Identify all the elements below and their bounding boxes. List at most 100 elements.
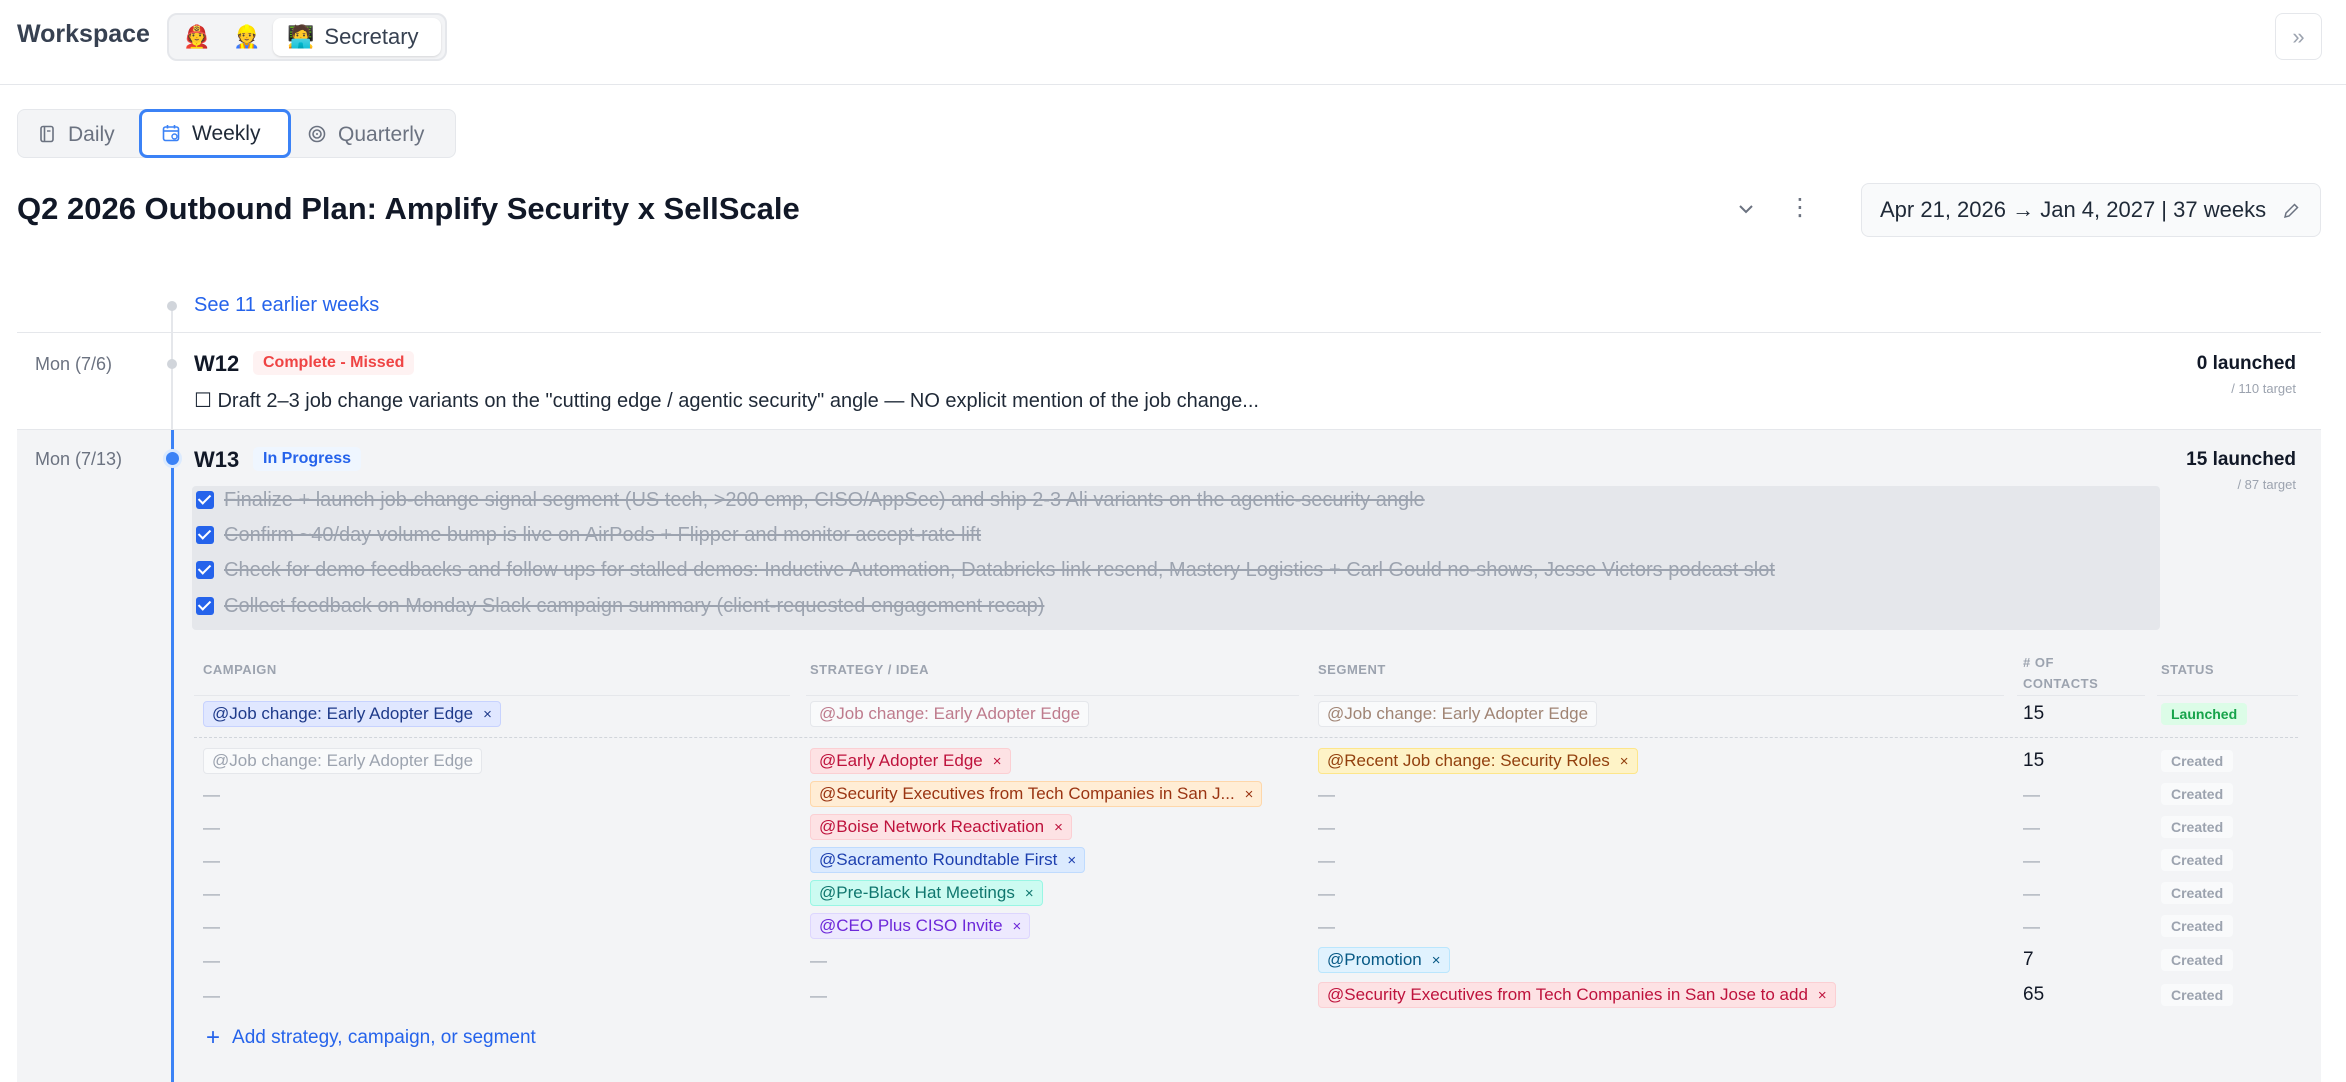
campaign-chip[interactable]: @Job change: Early Adopter Edge × xyxy=(203,701,501,727)
tab-weekly-label: Weekly xyxy=(192,122,261,145)
add-strategy-link[interactable]: + Add strategy, campaign, or segment xyxy=(206,1024,536,1052)
row-separator xyxy=(194,737,2298,738)
contacts-count: 15 xyxy=(2023,750,2045,771)
column-header-strategy: STRATEGY / IDEA xyxy=(810,662,929,677)
persona-firefighter[interactable]: 🧑‍🚒 xyxy=(183,22,210,52)
calendar-icon xyxy=(162,125,180,142)
persona-secretary-icon: 🧑‍💻 xyxy=(287,24,315,49)
timeline-dot-w12 xyxy=(167,359,177,369)
checkbox-checked[interactable] xyxy=(196,491,214,509)
status-badge: Created xyxy=(2161,816,2234,838)
persona-switcher: 🧑‍🚒 👷 🧑‍💻 Secretary xyxy=(167,13,447,61)
chevron-down-icon[interactable] xyxy=(1733,196,1759,222)
week-date: Mon (7/6) xyxy=(35,354,113,374)
persona-secretary-label: Secretary xyxy=(324,24,419,49)
status-badge: Created xyxy=(2161,984,2234,1006)
empty-cell: — xyxy=(2023,884,2040,903)
segment-chip[interactable]: @Job change: Early Adopter Edge xyxy=(1318,701,1598,727)
chip-label: @Sacramento Roundtable First xyxy=(819,850,1058,869)
chip-label: @Job change: Early Adopter Edge xyxy=(212,704,474,723)
contacts-count: 15 xyxy=(2023,703,2045,724)
collapse-panel-button[interactable]: » xyxy=(2275,13,2322,60)
empty-cell: — xyxy=(203,986,220,1005)
campaign-chip[interactable]: @Job change: Early Adopter Edge xyxy=(203,748,483,774)
contacts-count: 7 xyxy=(2023,949,2034,970)
timeline-line-current xyxy=(171,430,174,1082)
chip-label: @Security Executives from Tech Companies… xyxy=(1327,985,1808,1004)
top-bar: Workspace 🧑‍🚒 👷 🧑‍💻 Secretary » xyxy=(0,0,2346,85)
header-underline xyxy=(1314,695,2004,696)
tab-weekly[interactable]: Weekly xyxy=(139,109,291,158)
task-item[interactable]: Check for demo feedbacks and follow ups … xyxy=(196,559,1775,581)
column-header-contacts-line2: CONTACTS xyxy=(2023,676,2099,691)
status-badge: Created xyxy=(2161,750,2234,772)
task-item[interactable]: Collect feedback on Monday Slack campaig… xyxy=(196,595,1044,617)
empty-cell: — xyxy=(2023,851,2040,870)
checkbox-checked[interactable] xyxy=(196,561,214,579)
task-item[interactable]: Confirm ~40/day volume bump is live on A… xyxy=(196,524,981,546)
remove-icon[interactable]: × xyxy=(483,706,492,723)
remove-icon[interactable]: × xyxy=(1245,786,1254,803)
segment-chip[interactable]: @Recent Job change: Security Roles × xyxy=(1318,748,1638,774)
header-underline xyxy=(194,695,790,696)
column-header-segment: SEGMENT xyxy=(1318,662,1386,677)
target-icon xyxy=(308,125,326,143)
strategy-chip[interactable]: @Pre-Black Hat Meetings × xyxy=(810,880,1043,906)
status-badge: Created xyxy=(2161,783,2234,805)
status-badge: Created xyxy=(2161,949,2234,971)
strategy-chip[interactable]: @Boise Network Reactivation × xyxy=(810,814,1072,840)
tab-daily[interactable]: Daily xyxy=(38,114,115,155)
segment-chip[interactable]: @Security Executives from Tech Companies… xyxy=(1318,982,1836,1008)
status-badge: Launched xyxy=(2161,703,2248,725)
divider xyxy=(17,429,2321,430)
empty-cell: — xyxy=(203,884,220,903)
timeline-dot-current xyxy=(163,449,182,468)
persona-worker[interactable]: 👷 xyxy=(233,22,260,52)
tab-quarterly[interactable]: Quarterly xyxy=(308,114,424,155)
remove-icon[interactable]: × xyxy=(1054,819,1063,836)
tab-daily-label: Daily xyxy=(68,123,115,146)
strategy-chip[interactable]: @Job change: Early Adopter Edge xyxy=(810,701,1090,727)
chip-label: @Boise Network Reactivation xyxy=(819,817,1045,836)
persona-secretary[interactable]: 🧑‍💻 Secretary xyxy=(273,18,441,56)
date-range-button[interactable]: Apr 21, 2026 → Jan 4, 2027 | 37 weeks xyxy=(1861,183,2321,237)
see-earlier-weeks-link[interactable]: See 11 earlier weeks xyxy=(194,294,379,317)
remove-icon[interactable]: × xyxy=(1067,852,1076,869)
column-header-campaign: CAMPAIGN xyxy=(203,662,277,677)
empty-cell: — xyxy=(203,951,220,970)
remove-icon[interactable]: × xyxy=(1432,952,1441,969)
empty-cell: — xyxy=(810,951,827,970)
remove-icon[interactable]: × xyxy=(1620,753,1629,770)
plan-title: Q2 2026 Outbound Plan: Amplify Security … xyxy=(17,191,800,226)
remove-icon[interactable]: × xyxy=(1013,918,1022,935)
column-header-contacts-line1: # OF xyxy=(2023,655,2054,670)
strategy-chip[interactable]: @Security Executives from Tech Companies… xyxy=(810,781,1263,807)
launched-count: 0 launched xyxy=(2196,353,2296,374)
strategy-chip[interactable]: @CEO Plus CISO Invite × xyxy=(810,913,1031,939)
empty-cell: — xyxy=(2023,785,2040,804)
checkbox-checked[interactable] xyxy=(196,597,214,615)
remove-icon[interactable]: × xyxy=(993,753,1002,770)
header-underline xyxy=(806,695,1299,696)
week-name: W13 xyxy=(194,447,240,472)
strategy-chip[interactable]: @Early Adopter Edge × xyxy=(810,748,1011,774)
empty-cell: — xyxy=(203,785,220,804)
chip-label: @CEO Plus CISO Invite xyxy=(819,916,1003,935)
more-options-button[interactable]: ⋮ xyxy=(1788,196,1812,222)
empty-cell: — xyxy=(2023,818,2040,837)
task-item[interactable]: ☐ Draft 2–3 job change variants on the "… xyxy=(194,388,1259,413)
status-badge: Created xyxy=(2161,849,2234,871)
empty-cell: — xyxy=(203,818,220,837)
strategy-chip[interactable]: @Sacramento Roundtable First × xyxy=(810,847,1086,873)
task-item[interactable]: Finalize + launch job-change signal segm… xyxy=(196,489,1425,511)
segment-chip[interactable]: @Promotion × xyxy=(1318,947,1450,973)
remove-icon[interactable]: × xyxy=(1025,885,1034,902)
launched-count: 15 launched xyxy=(2186,449,2296,470)
checkbox-checked[interactable] xyxy=(196,526,214,544)
status-badge: Created xyxy=(2161,915,2234,937)
task-text: Collect feedback on Monday Slack campaig… xyxy=(224,595,1045,617)
remove-icon[interactable]: × xyxy=(1818,987,1827,1004)
status-badge: Created xyxy=(2161,882,2234,904)
chip-label: @Recent Job change: Security Roles xyxy=(1327,751,1610,770)
empty-cell: — xyxy=(2023,917,2040,936)
